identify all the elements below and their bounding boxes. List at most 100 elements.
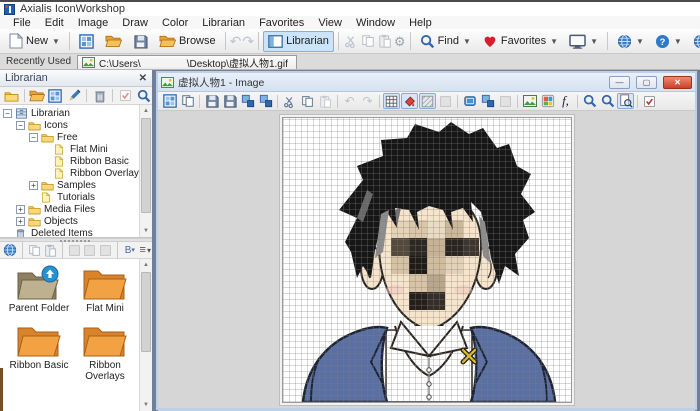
doc-new-icon-button[interactable] xyxy=(161,93,178,109)
tree-item-media-files[interactable]: + Media Files xyxy=(0,203,152,215)
doc-paste-button[interactable] xyxy=(317,93,334,109)
tree-item-icons[interactable]: − Icons xyxy=(0,119,152,131)
recent-file-tab[interactable]: C:\Users\ \Desktop\虚拟人物1.gif xyxy=(77,54,297,70)
browse-button[interactable]: Browse xyxy=(154,31,221,52)
expand-icon[interactable]: + xyxy=(29,180,38,190)
menu-item-favorites[interactable]: Favorites xyxy=(252,17,311,29)
scroll-up-icon[interactable]: ▲ xyxy=(140,105,152,117)
delete-button[interactable] xyxy=(91,88,108,104)
doc-zoom-in-button[interactable] xyxy=(581,93,598,109)
tree-item-ribbon-basic[interactable]: Ribbon Basic xyxy=(0,155,152,167)
tree-item-tutorials[interactable]: Tutorials xyxy=(0,191,152,203)
menu-item-edit[interactable]: Edit xyxy=(38,17,71,29)
scroll-down-icon[interactable]: ▼ xyxy=(140,399,152,411)
sort-button[interactable]: B ▾ xyxy=(123,242,136,258)
doc-image-adjust-button[interactable] xyxy=(521,93,538,109)
menu-item-color[interactable]: Color xyxy=(155,17,195,29)
paste-file-button[interactable] xyxy=(43,242,56,258)
redo-button[interactable]: ↷ xyxy=(242,34,254,48)
menu-item-help[interactable]: Help xyxy=(402,17,439,29)
pixel-canvas[interactable] xyxy=(282,117,572,403)
display-mode-button[interactable]: ▼ xyxy=(564,31,603,52)
cut-button[interactable] xyxy=(343,33,359,49)
scroll-down-icon[interactable]: ▼ xyxy=(140,225,152,237)
librarian-panel-header[interactable]: Librarian ✕ xyxy=(0,70,152,87)
tree-scrollbar[interactable]: ▲ ▼ xyxy=(139,105,152,237)
doc-fill-toggle[interactable] xyxy=(401,93,418,109)
web-button[interactable]: ▼ xyxy=(612,31,649,52)
doc-effects-button[interactable]: f, xyxy=(557,93,574,109)
doc-screen-button[interactable] xyxy=(461,93,478,109)
menu-item-librarian[interactable]: Librarian xyxy=(195,17,252,29)
library-grid-button[interactable] xyxy=(47,88,64,104)
doc-duplicate-button[interactable] xyxy=(179,93,196,109)
doc-crop-button[interactable] xyxy=(497,93,514,109)
folder-item-flat-mini[interactable]: Flat Mini xyxy=(72,265,138,314)
doc-check-button[interactable] xyxy=(641,93,658,109)
tree-item-librarian[interactable]: − Librarian xyxy=(0,107,152,119)
help-button[interactable]: ▼ xyxy=(650,31,687,52)
tree-item-free[interactable]: − Free xyxy=(0,131,152,143)
menu-item-image[interactable]: Image xyxy=(71,17,116,29)
tree-item-ribbon-overlays[interactable]: Ribbon Overlays xyxy=(0,167,152,179)
new-button[interactable]: New ▼ xyxy=(4,31,65,52)
doc-preview-toggle[interactable] xyxy=(617,93,634,109)
paste-button[interactable] xyxy=(377,33,393,49)
undo-button[interactable]: ↶ xyxy=(230,34,242,48)
collapse-icon[interactable]: − xyxy=(29,132,38,142)
new-folder-button[interactable] xyxy=(3,88,20,104)
edit-pencil-button[interactable] xyxy=(66,88,83,104)
scrollbar-thumb[interactable] xyxy=(141,272,151,352)
favorites-button[interactable]: Favorites ▼ xyxy=(477,31,563,52)
doc-grid-toggle[interactable] xyxy=(383,93,400,109)
doc-save-button[interactable] xyxy=(203,93,220,109)
find-dropdown-caret[interactable]: ▼ xyxy=(463,37,471,46)
open-button[interactable] xyxy=(100,31,127,52)
close-icon[interactable]: ✕ xyxy=(139,73,147,84)
export-button[interactable] xyxy=(68,242,81,258)
doc-copy-button[interactable] xyxy=(299,93,316,109)
doc-save-as-button[interactable] xyxy=(221,93,238,109)
check-doc-button[interactable] xyxy=(117,88,134,104)
doc-redo-button[interactable]: ↷ xyxy=(359,93,376,109)
doc-export-button[interactable] xyxy=(257,93,274,109)
collapse-icon[interactable]: − xyxy=(16,120,25,130)
copy-file-button[interactable] xyxy=(28,242,41,258)
expand-icon[interactable]: + xyxy=(16,216,25,226)
doc-palette-button[interactable] xyxy=(539,93,556,109)
doc-zoom-out-button[interactable] xyxy=(599,93,616,109)
doc-import-button[interactable] xyxy=(239,93,256,109)
new-project-button[interactable] xyxy=(74,31,99,52)
find-button[interactable]: Find ▼ xyxy=(415,31,476,52)
window-titlebar[interactable]: Axialis IconWorkshop xyxy=(0,0,700,16)
tree-item-samples[interactable]: + Samples xyxy=(0,179,152,191)
librarian-toggle[interactable]: Librarian xyxy=(263,30,334,52)
folder-item-parent-folder[interactable]: Parent Folder xyxy=(6,265,72,314)
import-button[interactable] xyxy=(83,242,96,258)
new-dropdown-caret[interactable]: ▼ xyxy=(52,37,60,46)
menu-item-view[interactable]: View xyxy=(311,17,349,29)
maximize-button[interactable]: ▢ xyxy=(636,75,657,89)
doc-undo-button[interactable]: ↶ xyxy=(341,93,358,109)
tree-item-objects[interactable]: + Objects xyxy=(0,215,152,227)
menu-item-draw[interactable]: Draw xyxy=(115,17,155,29)
document-titlebar[interactable]: 虚拟人物1 - Image — ▢ ✕ xyxy=(158,73,695,92)
file-list-scrollbar[interactable]: ▲ ▼ xyxy=(139,259,152,411)
doc-disabled-button[interactable] xyxy=(437,93,454,109)
scroll-up-icon[interactable]: ▲ xyxy=(140,259,152,271)
folder-item-ribbon-overlays[interactable]: Ribbon Overlays xyxy=(72,322,138,382)
panel-splitter[interactable] xyxy=(0,238,152,242)
convert-button[interactable] xyxy=(99,242,112,258)
tree-item-flat-mini[interactable]: Flat Mini xyxy=(0,143,152,155)
search-library-button[interactable] xyxy=(135,88,152,104)
view-mode-button[interactable]: ≡ ▾ xyxy=(139,242,152,258)
close-button[interactable]: ✕ xyxy=(663,75,692,89)
open-library-button[interactable] xyxy=(29,88,46,104)
update-button[interactable]: Update xyxy=(688,31,700,52)
web-download-button[interactable] xyxy=(3,242,17,258)
menu-item-window[interactable]: Window xyxy=(349,17,402,29)
save-button[interactable] xyxy=(128,31,153,52)
scrollbar-thumb[interactable] xyxy=(141,118,151,213)
doc-transparency-toggle[interactable] xyxy=(419,93,436,109)
minimize-button[interactable]: — xyxy=(609,75,630,89)
